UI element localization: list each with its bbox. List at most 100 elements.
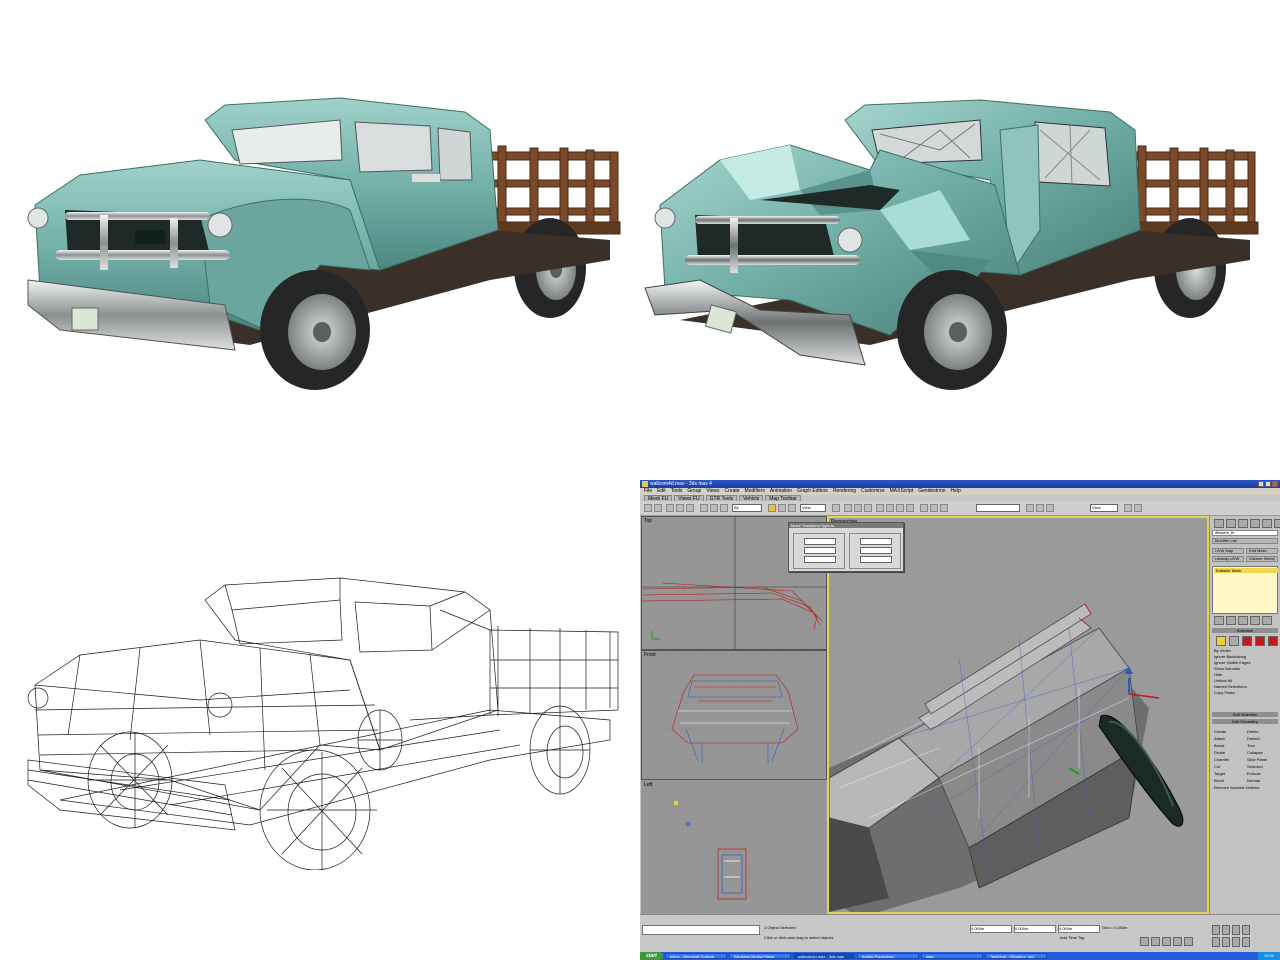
menu-create[interactable]: Create: [725, 488, 740, 495]
menu-graph-editors[interactable]: Graph Editors: [797, 488, 828, 495]
render-scene-icon[interactable]: [1036, 504, 1044, 512]
coord-x-field[interactable]: 0.000m: [970, 925, 1012, 933]
quick-render-icon[interactable]: [1046, 504, 1054, 512]
make-unique-icon[interactable]: [1238, 616, 1248, 625]
menu-maxscript[interactable]: MAXScript: [890, 488, 914, 495]
next-frame-icon[interactable]: [1173, 937, 1182, 946]
reference-coord-select[interactable]: View: [800, 504, 826, 512]
menu-help[interactable]: Help: [951, 488, 961, 495]
normal-button[interactable]: Normal: [1247, 777, 1278, 784]
align-icon[interactable]: [854, 504, 862, 512]
start-button[interactable]: start: [640, 952, 663, 960]
task-data-folder[interactable]: data: [920, 953, 983, 959]
zoom-extents-all-icon[interactable]: [1242, 925, 1250, 935]
task-outlook[interactable]: Inbox - Microsoft Outlook: [664, 953, 727, 959]
paste-button[interactable]: Paste: [1224, 690, 1234, 695]
remove-isolated-vertices-button[interactable]: Remove Isolated Vertices: [1214, 784, 1278, 791]
menu-edit[interactable]: Edit: [657, 488, 666, 495]
viewport-label-front[interactable]: Front: [644, 652, 656, 658]
rollout-selection[interactable]: Selection: [1212, 628, 1278, 633]
volume-select-button[interactable]: Volume Select: [1246, 556, 1278, 562]
zoom-icon[interactable]: [1212, 925, 1220, 935]
go-to-end-icon[interactable]: [1184, 937, 1193, 946]
collapse-button[interactable]: Collapse: [1247, 749, 1278, 756]
play-icon[interactable]: [1162, 937, 1171, 946]
abs-y-field[interactable]: [804, 547, 836, 554]
chamfer-button[interactable]: Chamfer: [1214, 756, 1245, 763]
link-icon[interactable]: [666, 504, 674, 512]
delete-button[interactable]: Delete: [1247, 728, 1278, 735]
maxscript-listener-field[interactable]: [642, 925, 760, 935]
angle-snap-icon[interactable]: [930, 504, 938, 512]
pan-icon[interactable]: [1222, 937, 1230, 947]
motion-tab-icon[interactable]: [1250, 519, 1260, 528]
menu-views[interactable]: Views: [706, 488, 719, 495]
coord-z-field[interactable]: 0.000m: [1058, 925, 1100, 933]
hierarchy-tab-icon[interactable]: [1238, 519, 1248, 528]
axis-xy-icon[interactable]: [906, 504, 914, 512]
detach-button[interactable]: Detach: [1247, 735, 1278, 742]
task-media-player[interactable]: Windows Media Player: [728, 953, 791, 959]
object-name-field[interactable]: dfswerk_fir: [1212, 530, 1278, 536]
menu-file[interactable]: File: [644, 488, 652, 495]
rollout-edit-geometry[interactable]: Edit Geometry: [1212, 719, 1278, 724]
arc-rotate-icon[interactable]: [1232, 937, 1240, 947]
maximize-button[interactable]: [1265, 481, 1271, 487]
minimize-button[interactable]: [1258, 481, 1264, 487]
snap-icon[interactable]: [920, 504, 928, 512]
menu-customize[interactable]: Customize: [861, 488, 885, 495]
axis-y-icon[interactable]: [886, 504, 894, 512]
utilities-tab-icon[interactable]: [1274, 519, 1280, 528]
pivot-icon[interactable]: [832, 504, 840, 512]
menu-animation[interactable]: Animation: [770, 488, 792, 495]
turn-button[interactable]: Turn: [1247, 742, 1278, 749]
viewport-label-top[interactable]: Top: [644, 518, 652, 524]
target-button[interactable]: Target: [1214, 770, 1245, 777]
bind-icon[interactable]: [686, 504, 694, 512]
vertex-icon[interactable]: [1216, 636, 1226, 646]
abs-x-field[interactable]: [804, 538, 836, 545]
polygon-icon[interactable]: [1255, 636, 1265, 646]
zoom-extents-icon[interactable]: [1232, 925, 1240, 935]
display-tab-icon[interactable]: [1262, 519, 1272, 528]
region-icon[interactable]: [720, 504, 728, 512]
edge-icon[interactable]: [1229, 636, 1239, 646]
render-last-icon[interactable]: [1124, 504, 1132, 512]
create-tab-icon[interactable]: [1214, 519, 1224, 528]
add-time-tag[interactable]: Add Time Tag: [1060, 935, 1084, 940]
redo-icon[interactable]: [654, 504, 662, 512]
axis-x-icon[interactable]: [876, 504, 884, 512]
unlink-icon[interactable]: [676, 504, 684, 512]
select-icon[interactable]: [700, 504, 708, 512]
array-icon[interactable]: [864, 504, 872, 512]
offset-x-field[interactable]: [860, 538, 892, 545]
task-test-hut[interactable]: Test(Hut) - [Shaders_pic]: [984, 953, 1047, 959]
axis-z-icon[interactable]: [896, 504, 904, 512]
remove-modifier-icon[interactable]: [1250, 616, 1260, 625]
offset-z-field[interactable]: [860, 556, 892, 563]
undo-icon[interactable]: [644, 504, 652, 512]
maximize-viewport-icon[interactable]: [1242, 937, 1250, 947]
modifier-list-select[interactable]: Modifier List: [1212, 538, 1278, 544]
selection-filter-select[interactable]: All: [732, 504, 762, 512]
edit-mesh-button[interactable]: Edit Mesh: [1246, 548, 1278, 554]
percent-snap-icon[interactable]: [940, 504, 948, 512]
task-3ds-max[interactable]: wallcom4d.max - 3ds max: [792, 953, 855, 959]
face-icon[interactable]: [1242, 636, 1252, 646]
go-to-start-icon[interactable]: [1140, 937, 1149, 946]
stack-item-editable-mesh[interactable]: Editable Mesh: [1214, 568, 1278, 573]
material-editor-icon[interactable]: [1026, 504, 1034, 512]
render-view-select[interactable]: View: [1090, 504, 1118, 512]
create-button[interactable]: Create: [1214, 728, 1245, 735]
mirror-icon[interactable]: [844, 504, 852, 512]
menu-modifiers[interactable]: Modifiers: [745, 488, 765, 495]
rollout-soft-selection[interactable]: Soft Selection: [1212, 712, 1278, 717]
zoom-all-icon[interactable]: [1222, 925, 1230, 935]
pin-stack-icon[interactable]: [1214, 616, 1224, 625]
select-by-name-icon[interactable]: [710, 504, 718, 512]
teapot-icon[interactable]: [1134, 504, 1142, 512]
viewport-left[interactable]: Left: [641, 780, 827, 914]
coord-y-field[interactable]: 0.000m: [1014, 925, 1056, 933]
task-photoshop[interactable]: Adobe Photoshop: [856, 953, 919, 959]
offset-y-field[interactable]: [860, 547, 892, 554]
